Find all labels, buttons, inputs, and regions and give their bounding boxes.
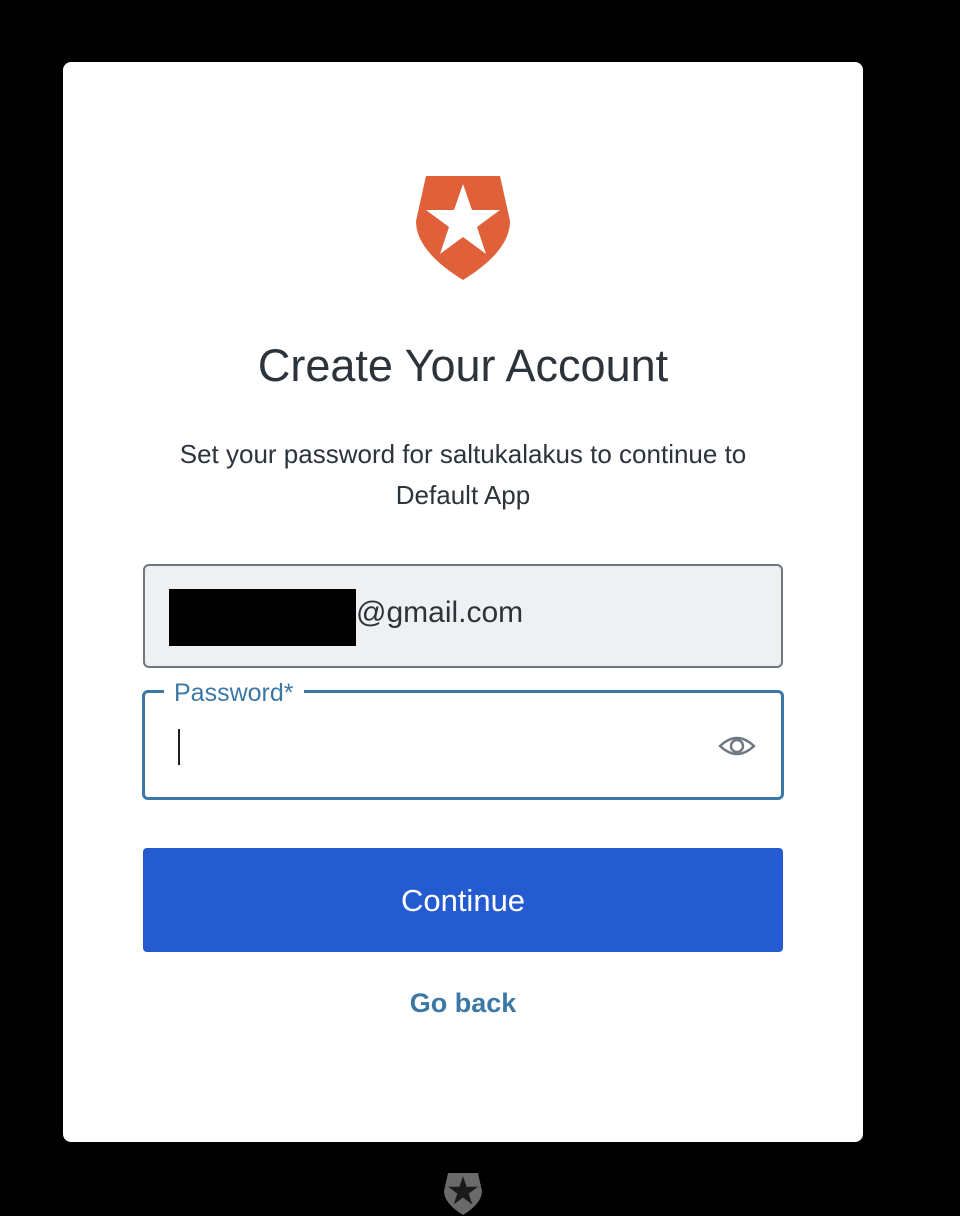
subtitle-line-2: Default App	[395, 480, 531, 510]
redacted-email-username	[169, 589, 356, 646]
email-field: @gmail.com	[143, 564, 783, 668]
eye-icon[interactable]	[717, 726, 757, 766]
continue-button[interactable]: Continue	[143, 848, 783, 952]
text-cursor	[178, 729, 180, 765]
password-label: Password*	[164, 676, 304, 710]
go-back-link[interactable]: Go back	[63, 988, 863, 1019]
subtitle-line-1: Set your password for saltukalakus to co…	[179, 439, 747, 469]
auth0-logo	[416, 176, 510, 280]
email-domain-text: @gmail.com	[356, 596, 524, 629]
page-subtitle: Set your password for saltukalakus to co…	[133, 434, 793, 516]
footer-logo-icon	[444, 1172, 482, 1216]
page-title: Create Your Account	[257, 340, 669, 391]
